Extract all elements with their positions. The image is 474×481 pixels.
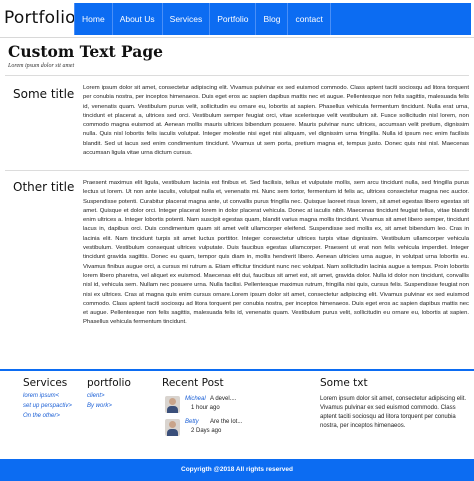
footer-services-link[interactable]: lorem ipsum<: [23, 393, 59, 399]
recent-post-item[interactable]: Micheal A devel.... 1 hour ago: [165, 396, 295, 416]
avatar: [165, 396, 180, 413]
nav-home[interactable]: Home: [74, 3, 113, 35]
post-excerpt: Are the lot...: [210, 419, 243, 425]
nav-blog[interactable]: Blog: [256, 3, 289, 35]
section-title: Other title: [13, 180, 75, 194]
nav-portfolio[interactable]: Portfolio: [210, 3, 257, 35]
post-author-link[interactable]: Micheal: [185, 396, 206, 402]
footer-portfolio-title: portfolio: [87, 377, 131, 389]
footer-services-link[interactable]: set up perspactiv>: [23, 403, 72, 409]
footer-some-txt-body: Lorem ipsum dolor sit amet, consectetur …: [320, 396, 467, 429]
footer-portfolio-link[interactable]: client>: [87, 393, 105, 399]
divider: [5, 170, 469, 171]
page-subtitle: Lorem ipsum dolor sit amet: [8, 63, 75, 69]
section-title: Some title: [13, 87, 75, 101]
divider: [5, 75, 469, 76]
post-time: 1 hour ago: [191, 405, 220, 411]
section-body: Praesent maximus elit ligula, vestibulum…: [83, 180, 469, 326]
post-excerpt: A devel....: [210, 396, 237, 402]
site-footer: Services lorem ipsum< set up perspactiv>…: [0, 371, 474, 459]
post-author-link[interactable]: Betty: [185, 419, 199, 425]
section-body: Lorem ipsum dolor sit amet, consectetur …: [83, 85, 469, 157]
footer-services-title: Services: [23, 377, 68, 389]
nav-contact[interactable]: contact: [288, 3, 331, 35]
site-header: Portfolio Home About Us Services Portfol…: [0, 0, 474, 38]
copyright-bar: Copyrigth @2018 All rights reserved: [0, 459, 474, 481]
nav-about-us[interactable]: About Us: [113, 3, 163, 35]
main-nav: Home About Us Services Portfolio Blog co…: [74, 3, 471, 35]
avatar: [165, 419, 180, 436]
footer-services-link[interactable]: On the other>: [23, 413, 60, 419]
brand-logo[interactable]: Portfolio: [4, 8, 76, 28]
footer-recent-post-title: Recent Post: [162, 377, 224, 389]
nav-services[interactable]: Services: [163, 3, 211, 35]
page-title: Custom Text Page: [8, 42, 164, 61]
footer-some-txt-title: Some txt: [320, 377, 368, 389]
post-time: 2 Days ago: [191, 428, 222, 434]
recent-post-item[interactable]: Betty Are the lot... 2 Days ago: [165, 419, 295, 439]
footer-portfolio-link[interactable]: By work>: [87, 403, 112, 409]
